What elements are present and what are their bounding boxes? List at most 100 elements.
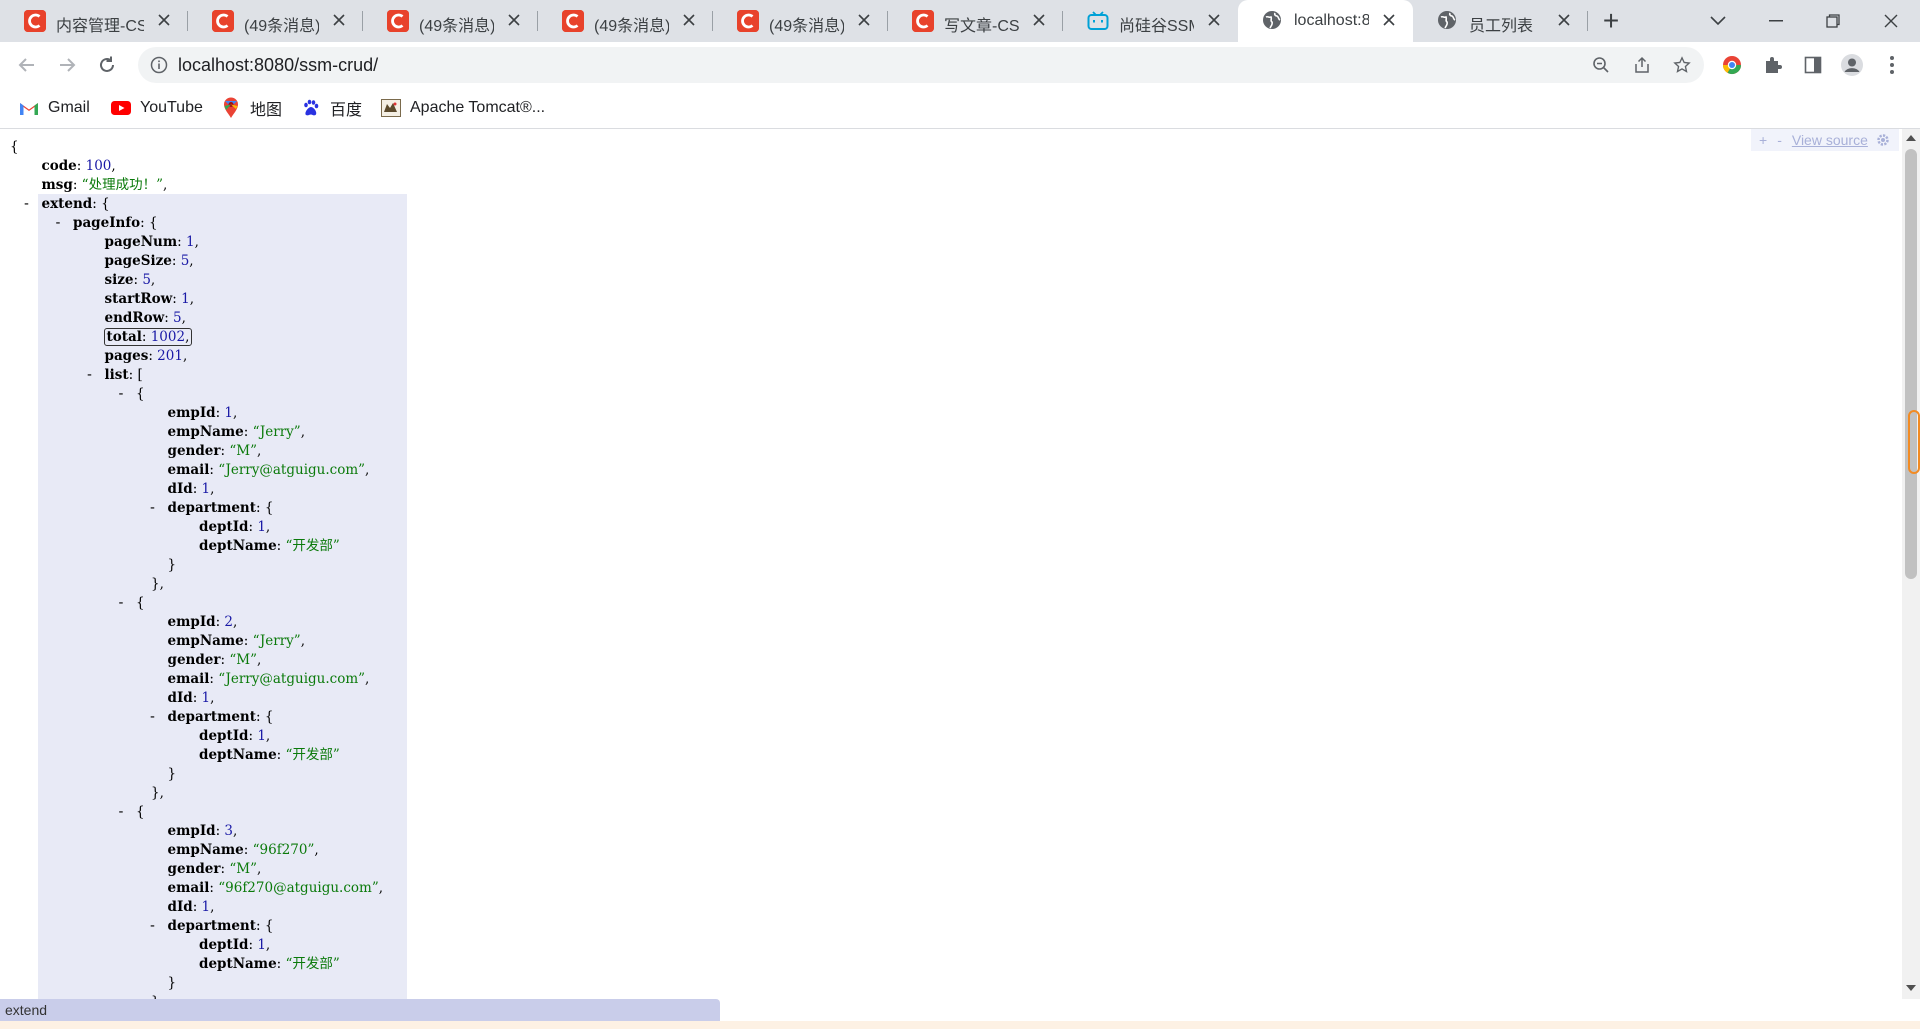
close-tab-icon[interactable]	[1202, 8, 1226, 32]
json-line: department: {	[168, 917, 274, 936]
share-icon[interactable]	[1628, 51, 1656, 79]
browser-tab[interactable]: 内容管理-CSD	[0, 0, 188, 42]
collapse-all-button[interactable]: -	[1777, 132, 1782, 148]
json-comma: ,	[365, 671, 370, 687]
collapse-toggle[interactable]: -	[146, 499, 160, 518]
scrollbar-thumb[interactable]	[1905, 149, 1917, 579]
bookmark-tomcat[interactable]: Apache Tomcat®...	[380, 97, 545, 119]
bookmark-gmail[interactable]: Gmail	[18, 97, 90, 119]
json-colon: :	[276, 747, 286, 763]
collapse-toggle[interactable]: -	[114, 385, 128, 404]
browser-tab[interactable]: localhost:808	[1238, 0, 1413, 42]
bookmark-baidu[interactable]: 百度	[300, 97, 362, 119]
json-bracket: },	[151, 785, 164, 801]
json-key: empId	[167, 614, 216, 630]
browser-tab[interactable]: (49条消息) 00	[188, 0, 363, 42]
close-tab-icon[interactable]	[327, 8, 351, 32]
json-comma: ,	[182, 348, 188, 364]
json-line: msg: “处理成功！”,	[42, 176, 168, 195]
json-entry: {	[136, 595, 145, 611]
menu-kebab-icon[interactable]	[1878, 51, 1906, 79]
close-tab-icon[interactable]	[1027, 8, 1051, 32]
browser-tab[interactable]: (49条消息) 00	[538, 0, 713, 42]
address-bar[interactable]: localhost:8080/ssm-crud/	[138, 47, 1704, 83]
chrome-extension-icon[interactable]	[1718, 51, 1746, 79]
scroll-down-arrow-icon[interactable]	[1906, 985, 1916, 991]
side-drag-handle[interactable]	[1908, 410, 1920, 474]
close-tab-icon[interactable]	[502, 8, 526, 32]
gear-icon[interactable]	[1876, 133, 1890, 147]
json-line: endRow: 5,	[105, 309, 186, 328]
json-entry: dId: 1,	[168, 899, 215, 915]
json-key: empName	[167, 842, 244, 858]
json-line: dId: 1,	[168, 689, 215, 708]
json-line: email: “96f270@atguigu.com”,	[168, 879, 384, 898]
json-value: 1002	[150, 329, 186, 345]
forward-button[interactable]	[52, 50, 82, 80]
json-bracket: }	[167, 557, 177, 573]
tab-separator	[1587, 11, 1588, 31]
json-key: dId	[167, 690, 193, 706]
vertical-scrollbar[interactable]	[1902, 129, 1920, 999]
browser-tab[interactable]: 尚硅谷SSM实	[1063, 0, 1238, 42]
json-colon: :	[248, 937, 258, 953]
expand-all-button[interactable]: +	[1759, 132, 1767, 148]
collapse-toggle[interactable]: -	[20, 195, 34, 214]
bookmark-maps[interactable]: 地图	[220, 97, 282, 119]
minimize-button[interactable]	[1753, 6, 1799, 36]
json-entry: {	[136, 804, 145, 820]
tab-title: (49条消息) 00	[244, 18, 319, 35]
json-bracket: {	[10, 139, 19, 155]
collapse-toggle[interactable]: -	[114, 594, 128, 613]
json-bracket: },	[151, 576, 164, 592]
bookmark-star-icon[interactable]	[1668, 51, 1696, 79]
zoom-icon[interactable]	[1587, 51, 1615, 79]
gmail-icon	[18, 97, 40, 119]
collapse-toggle[interactable]: -	[146, 708, 160, 727]
close-tab-icon[interactable]	[852, 8, 876, 32]
tab-search-button[interactable]	[1695, 6, 1741, 36]
browser-tab[interactable]: (49条消息) M	[363, 0, 538, 42]
json-comma: ,	[256, 443, 262, 459]
close-tab-icon[interactable]	[1377, 8, 1401, 32]
browser-tab[interactable]: 员工列表	[1413, 0, 1588, 42]
tab-strip: 内容管理-CSD (49条消息) 00 (49条消息) M (49条消息) 00 (49…	[0, 0, 1920, 42]
close-tab-icon[interactable]	[677, 8, 701, 32]
collapse-toggle[interactable]: -	[146, 917, 160, 936]
view-source-link[interactable]: View source	[1792, 132, 1868, 148]
collapse-toggle[interactable]: -	[83, 366, 97, 385]
json-colon: :	[243, 842, 253, 858]
json-comma: ,	[111, 158, 116, 174]
info-icon[interactable]	[150, 56, 168, 74]
json-entry: }	[168, 766, 177, 782]
restore-button[interactable]	[1810, 6, 1856, 36]
json-entry: empName: “96f270”,	[168, 842, 319, 858]
json-line: deptId: 1,	[199, 936, 270, 955]
json-key: size	[104, 272, 134, 288]
extensions-puzzle-icon[interactable]	[1759, 51, 1787, 79]
scroll-up-arrow-icon[interactable]	[1906, 135, 1916, 141]
json-value: “Jerry@atguigu.com”	[218, 671, 366, 687]
collapse-toggle[interactable]: -	[114, 803, 128, 822]
close-tab-icon[interactable]	[152, 8, 176, 32]
bookmark-youtube[interactable]: YouTube	[110, 97, 203, 119]
json-line: empName: “96f270”,	[168, 841, 319, 860]
json-entry: department: {	[168, 709, 274, 725]
browser-tab[interactable]: (49条消息) 00	[713, 0, 888, 42]
new-tab-button[interactable]: +	[1597, 7, 1625, 35]
json-value: “M”	[229, 652, 257, 668]
json-line: pageInfo: {	[73, 214, 158, 233]
json-line: deptName: “开发部”	[199, 746, 340, 765]
json-line: department: {	[168, 499, 274, 518]
collapse-toggle[interactable]: -	[51, 214, 65, 233]
reload-button[interactable]	[92, 50, 122, 80]
json-line: email: “Jerry@atguigu.com”,	[168, 670, 370, 689]
side-panel-icon[interactable]	[1799, 51, 1827, 79]
json-key: empId	[167, 823, 216, 839]
close-window-button[interactable]	[1868, 6, 1914, 36]
browser-tab[interactable]: 写文章-CSDN	[888, 0, 1063, 42]
back-button[interactable]	[12, 50, 42, 80]
json-entry: empName: “Jerry”,	[168, 424, 305, 440]
profile-avatar-icon[interactable]	[1838, 51, 1866, 79]
close-tab-icon[interactable]	[1552, 8, 1576, 32]
